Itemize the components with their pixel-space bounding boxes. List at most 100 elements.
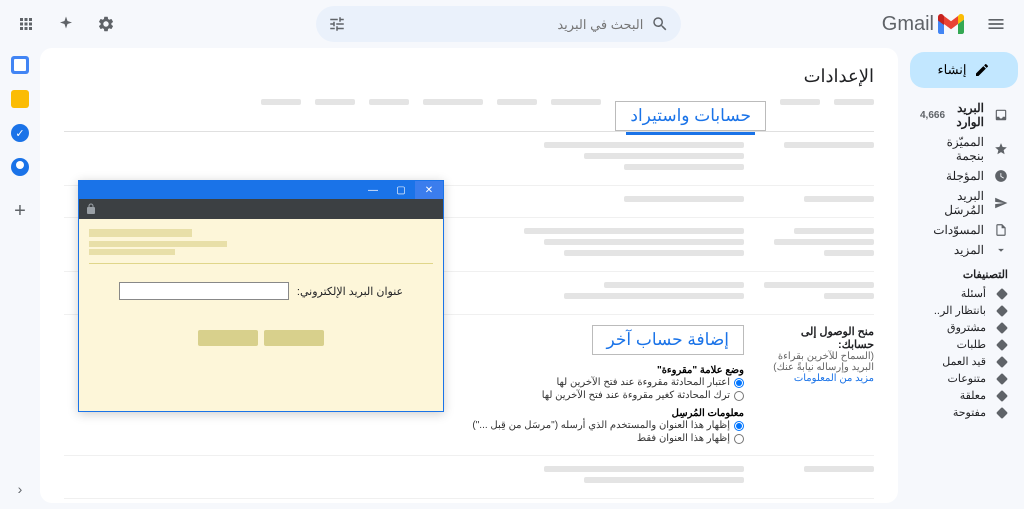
label-item[interactable]: مفتوحة (910, 404, 1018, 421)
tab-placeholder[interactable] (834, 99, 874, 105)
header-brand: Gmail (874, 4, 1016, 44)
nav-snoozed-label: المؤجلة (946, 169, 984, 183)
tab-placeholder[interactable] (423, 99, 483, 105)
dialog-sub-placeholder (89, 249, 175, 255)
pencil-icon (974, 62, 990, 78)
maximize-button[interactable]: ▢ (387, 181, 415, 199)
tab-placeholder[interactable] (551, 99, 601, 105)
sender-option1[interactable]: إظهار هذا العنوان والمستخدم الذي أرسله (… (64, 419, 744, 432)
sparkle-icon (57, 15, 75, 33)
tab-placeholder[interactable] (497, 99, 537, 105)
clock-icon (994, 169, 1008, 183)
tab-placeholder[interactable] (315, 99, 355, 105)
settings-button[interactable] (88, 6, 124, 42)
label-icon (996, 305, 1008, 317)
main-menu-button[interactable] (976, 4, 1016, 44)
settings-title: الإعدادات (804, 66, 874, 87)
settings-tabs: حسابات واستيراد (64, 99, 874, 132)
tab-accounts-import[interactable]: حسابات واستيراد (615, 101, 766, 131)
nav-more-label: المزيد (954, 243, 984, 257)
nav-more[interactable]: المزيد (910, 240, 1018, 260)
file-icon (994, 223, 1008, 237)
add-account-dialog: — ▢ ✕ عنوان البريد الإلكتروني: (78, 180, 444, 412)
label-icon (996, 407, 1008, 419)
add-addon-button[interactable]: + (14, 200, 26, 223)
app-header: Gmail (0, 0, 1024, 48)
calendar-addon[interactable] (11, 56, 29, 74)
apps-grid-icon (17, 15, 35, 33)
nav-drafts-label: المسوّدات (933, 223, 984, 237)
dialog-body: عنوان البريد الإلكتروني: (79, 219, 443, 356)
apps-button[interactable] (8, 6, 44, 42)
nav-starred-label: المميّزة بنجمة (920, 135, 984, 163)
settings-row (64, 499, 874, 503)
gmail-logo[interactable]: Gmail (874, 13, 972, 36)
collapse-panel-button[interactable]: ‹ (18, 481, 23, 497)
grant-access-title: منح الوصول إلى حسابك: (764, 325, 874, 351)
close-button[interactable]: ✕ (415, 181, 443, 199)
dialog-addressbar (79, 199, 443, 219)
label-item[interactable]: طلبات (910, 336, 1018, 353)
more-info-link[interactable]: مزيد من المعلومات (764, 373, 874, 384)
tasks-addon[interactable] (11, 124, 29, 142)
nav-inbox-label: البريد الوارد (955, 101, 984, 129)
label-item[interactable]: أسئلة (910, 285, 1018, 302)
search-box[interactable] (316, 6, 681, 42)
label-icon (996, 373, 1008, 385)
email-field-label: عنوان البريد الإلكتروني: (297, 285, 403, 298)
compose-button[interactable]: إنشاء (910, 52, 1018, 88)
minimize-button[interactable]: — (359, 181, 387, 199)
sidebar: إنشاء البريد الوارد 4,666 المميّزة بنجمة… (904, 48, 1024, 509)
tab-placeholder[interactable] (261, 99, 301, 105)
tab-placeholder[interactable] (369, 99, 409, 105)
nav-sent[interactable]: البريد المُرسَل (910, 186, 1018, 220)
search-input[interactable] (354, 17, 643, 32)
sender-option2[interactable]: إظهار هذا العنوان فقط (64, 432, 744, 445)
star-icon (994, 142, 1008, 156)
radio-icon[interactable] (734, 391, 744, 401)
lock-icon (85, 203, 97, 215)
search-options-icon[interactable] (328, 15, 346, 33)
search-area (132, 6, 866, 42)
contacts-addon[interactable] (11, 158, 29, 176)
radio-icon[interactable] (734, 421, 744, 431)
email-input[interactable] (119, 282, 289, 300)
label-icon (996, 288, 1008, 300)
label-item[interactable]: مشتروق (910, 319, 1018, 336)
side-panel: + ‹ (0, 48, 40, 509)
label-item[interactable]: بانتظار الر.. (910, 302, 1018, 319)
dialog-titlebar: — ▢ ✕ (79, 181, 443, 199)
label-icon (996, 356, 1008, 368)
gmail-m-icon (938, 14, 964, 34)
gear-icon (97, 15, 115, 33)
hamburger-icon (986, 14, 1006, 34)
dialog-button[interactable] (264, 330, 324, 346)
keep-addon[interactable] (11, 90, 29, 108)
label-item[interactable]: متنوعات (910, 370, 1018, 387)
labels-heading: التصنيفات (910, 260, 1018, 285)
product-name: Gmail (882, 13, 934, 36)
nav-drafts[interactable]: المسوّدات (910, 220, 1018, 240)
tab-placeholder[interactable] (780, 99, 820, 105)
label-item[interactable]: معلقة (910, 387, 1018, 404)
nav-snoozed[interactable]: المؤجلة (910, 166, 1018, 186)
dialog-heading-placeholder (89, 229, 192, 237)
dialog-sub-placeholder (89, 241, 227, 247)
dialog-button[interactable] (198, 330, 258, 346)
inbox-count: 4,666 (920, 110, 945, 121)
radio-icon[interactable] (734, 434, 744, 444)
nav-inbox[interactable]: البريد الوارد 4,666 (910, 98, 1018, 132)
ai-button[interactable] (48, 6, 84, 42)
label-icon (996, 339, 1008, 351)
chevron-down-icon (994, 243, 1008, 257)
label-item[interactable]: قيد العمل (910, 353, 1018, 370)
email-field-row: عنوان البريد الإلكتروني: (89, 282, 433, 300)
radio-icon[interactable] (734, 378, 744, 388)
label-icon (996, 322, 1008, 334)
dialog-buttons (89, 330, 433, 346)
settings-row (64, 456, 874, 499)
nav-starred[interactable]: المميّزة بنجمة (910, 132, 1018, 166)
send-icon (994, 196, 1008, 210)
header-actions (8, 6, 124, 42)
add-account-link[interactable]: إضافة حساب آخر (592, 325, 745, 355)
